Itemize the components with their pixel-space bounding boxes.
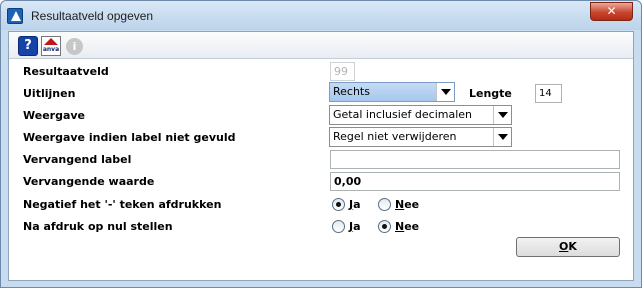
- ok-text: K: [568, 240, 577, 253]
- weergave-label: Weergave: [23, 109, 86, 122]
- negatief-ja-text: a: [353, 198, 361, 211]
- weergave-select[interactable]: Getal inclusief decimalen: [329, 105, 512, 125]
- negatief-nee-text: ee: [404, 198, 420, 211]
- app-logo-icon: [7, 8, 23, 24]
- resultaatveld-label: Resultaatveld: [23, 65, 109, 78]
- dialog-content: ? anva i Resultaatveld 99 Uitlijnen Rech…: [8, 31, 634, 281]
- weergave-value: Getal inclusief decimalen: [333, 108, 473, 121]
- negatief-nee-label[interactable]: Nee: [395, 198, 419, 211]
- lengte-field[interactable]: 14: [535, 84, 562, 103]
- ok-button[interactable]: OK: [516, 237, 620, 257]
- negatief-ja-radio[interactable]: [332, 198, 345, 211]
- vervangend-label-field[interactable]: [330, 150, 620, 169]
- nul-stellen-label: Na afdruk op nul stellen: [23, 220, 173, 233]
- info-icon: i: [66, 38, 83, 55]
- nul-ja-label[interactable]: Ja: [349, 220, 361, 233]
- nul-nee-label[interactable]: Nee: [395, 220, 419, 233]
- close-button[interactable]: ✕: [590, 2, 633, 21]
- negatief-label: Negatief het '-' teken afdrukken: [23, 198, 222, 211]
- title-bar[interactable]: Resultaatveld opgeven ✕: [1, 1, 641, 30]
- ok-hotkey: O: [559, 240, 569, 253]
- vervangende-waarde-label: Vervangende waarde: [23, 175, 155, 188]
- help-icon[interactable]: ?: [18, 36, 38, 56]
- chevron-down-icon[interactable]: [493, 106, 511, 124]
- nul-nee-text: ee: [404, 220, 420, 233]
- lengte-label: Lengte: [469, 87, 512, 100]
- toolbar: ? anva i: [9, 32, 633, 59]
- negatief-ja-label[interactable]: Ja: [349, 198, 361, 211]
- anva-icon[interactable]: anva: [41, 36, 61, 56]
- uitlijnen-value: Rechts: [333, 85, 370, 98]
- nul-ja-radio[interactable]: [332, 220, 345, 233]
- chevron-down-icon[interactable]: [436, 83, 454, 101]
- uitlijnen-label: Uitlijnen: [23, 87, 76, 100]
- resultaatveld-field: 99: [330, 62, 355, 81]
- negatief-nee-hotkey: N: [395, 198, 405, 211]
- vervangend-label-label: Vervangend label: [23, 153, 132, 166]
- vervangende-waarde-field[interactable]: 0,00: [330, 172, 620, 191]
- anva-roof-icon: [44, 38, 58, 45]
- weergave-label-leeg-value: Regel niet verwijderen: [333, 130, 457, 143]
- negatief-nee-radio[interactable]: [378, 198, 391, 211]
- nul-nee-hotkey: N: [395, 220, 405, 233]
- weergave-label-leeg-label: Weergave indien label niet gevuld: [23, 131, 236, 144]
- nul-ja-text: a: [353, 220, 361, 233]
- window-title: Resultaatveld opgeven: [31, 9, 154, 23]
- nul-nee-radio[interactable]: [378, 220, 391, 233]
- anva-logo-text: anva: [42, 46, 60, 53]
- uitlijnen-select[interactable]: Rechts: [329, 82, 455, 102]
- dialog-window: Resultaatveld opgeven ✕ ? anva i Resulta…: [0, 0, 642, 288]
- weergave-label-leeg-select[interactable]: Regel niet verwijderen: [329, 127, 512, 147]
- chevron-down-icon[interactable]: [493, 128, 511, 146]
